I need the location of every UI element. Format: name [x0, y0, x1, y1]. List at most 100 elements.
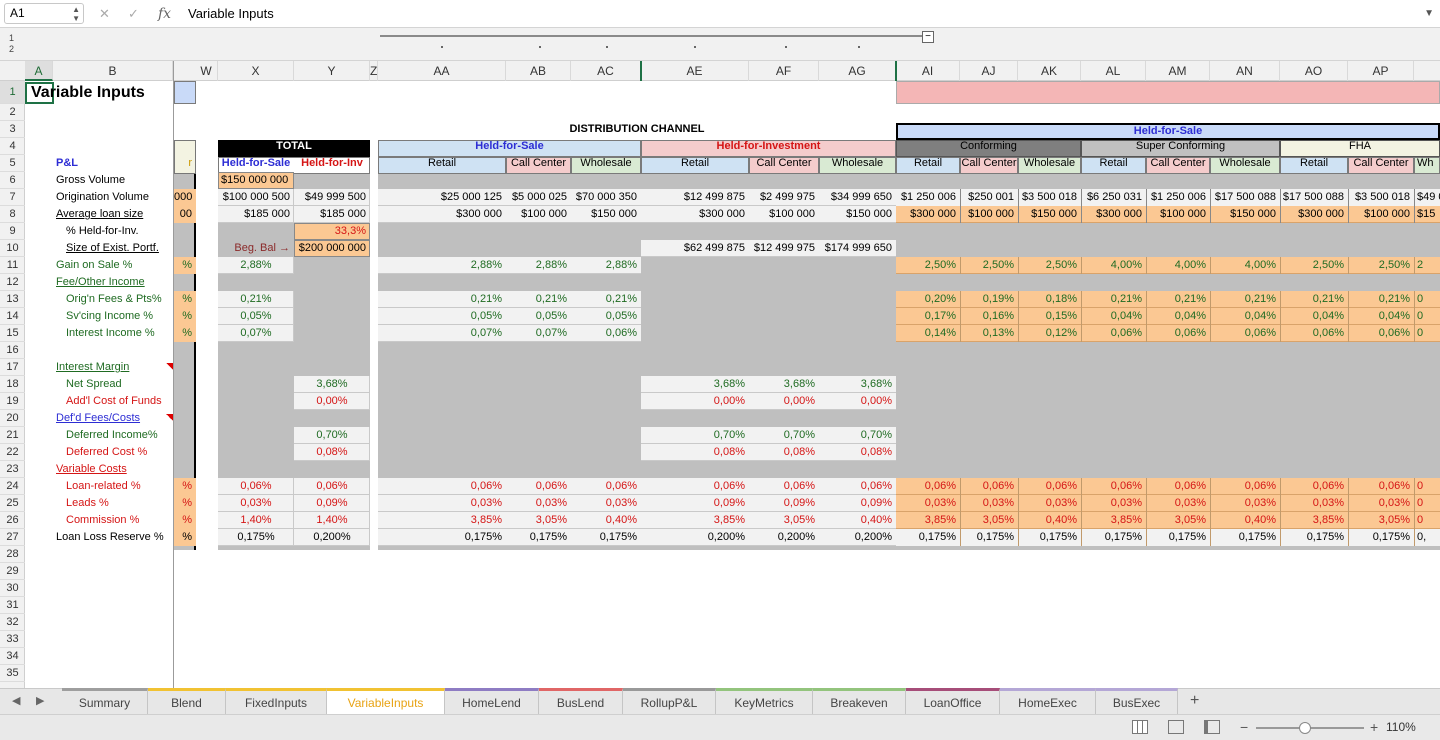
total-llr-y-cell[interactable]: 0,200% [294, 529, 370, 546]
row-header-16[interactable]: 16 [0, 342, 25, 359]
dist-hfi-def-cost-cell[interactable]: 0,08% [819, 444, 896, 461]
total-header-label[interactable]: TOTAL [218, 138, 370, 155]
super-conforming-leads-cell[interactable]: 0,03% [1210, 495, 1280, 512]
channel-label[interactable]: Call Center [960, 155, 1018, 172]
dist-hfi-addl-cell[interactable]: 0,00% [749, 393, 819, 410]
super-conforming-gain-cell[interactable]: 4,00% [1146, 257, 1210, 274]
dist-hfs-avg-cell[interactable]: $100 000 [506, 206, 571, 223]
total-hfi-header[interactable]: Held-for-Inv [294, 155, 370, 172]
row-header-28[interactable]: 28 [0, 546, 25, 563]
total-llr-x-cell[interactable]: 0,175% [218, 529, 294, 546]
super-conforming-orig-cell[interactable]: $1 250 006 [1146, 189, 1210, 206]
fha-leads-cell[interactable]: 0,03% [1348, 495, 1414, 512]
dist-hfs-orig-cell[interactable]: $25 000 125 [378, 189, 506, 206]
formula-input[interactable]: Variable Inputs [188, 0, 274, 28]
row-label-avg-loan[interactable]: Average loan size [53, 206, 170, 223]
super-conforming-loan-cell[interactable]: 0,06% [1210, 478, 1280, 495]
page-layout-view-icon[interactable] [1168, 720, 1184, 734]
row-header-17[interactable]: 17 [0, 359, 25, 376]
super-conforming-llr-cell[interactable]: 0,175% [1210, 529, 1280, 546]
super-conforming-leads-cell[interactable]: 0,03% [1081, 495, 1146, 512]
super-conforming-avg-cell[interactable]: $150 000 [1210, 206, 1280, 223]
total-leads-y-cell[interactable]: 0,09% [294, 495, 370, 512]
total-size-y-cell[interactable]: $200 000 000 [294, 240, 370, 257]
partial-cell[interactable]: % [174, 257, 196, 274]
fha-int-cell[interactable]: 0 [1414, 325, 1440, 342]
dist-hfs-loan-cell[interactable]: 0,06% [506, 478, 571, 495]
conforming-orig-fees-cell[interactable]: 0,20% [896, 291, 960, 308]
total-comm-y-cell[interactable]: 1,40% [294, 512, 370, 529]
wholesale-label[interactable]: Wholesale [571, 155, 641, 172]
partial-cell[interactable]: % [174, 495, 196, 512]
column-header-w[interactable]: W [195, 61, 218, 81]
fha-comm-cell[interactable]: 0 [1414, 512, 1440, 529]
row-header-32[interactable]: 32 [0, 614, 25, 631]
dist-hfi-llr-cell[interactable]: 0,200% [641, 529, 749, 546]
fha-int-cell[interactable]: 0,06% [1280, 325, 1348, 342]
fha-leads-cell[interactable]: 0 [1414, 495, 1440, 512]
partial-cell[interactable]: % [174, 478, 196, 495]
column-header-aa[interactable]: AA [378, 61, 506, 81]
dist-hfi-avg-cell[interactable]: $150 000 [819, 206, 896, 223]
row-label-addl-cost[interactable]: Add'l Cost of Funds [63, 393, 170, 410]
conforming-leads-cell[interactable]: 0,03% [960, 495, 1018, 512]
total-orig-fees-cell[interactable]: 0,21% [218, 291, 294, 308]
total-svc-cell[interactable]: 0,05% [218, 308, 294, 325]
fha-avg-cell[interactable]: $15 [1414, 206, 1440, 223]
channel-label[interactable]: Retail [896, 155, 960, 172]
dist-hfi-net-spread-cell[interactable]: 3,68% [749, 376, 819, 393]
fha-llr-cell[interactable]: 0,175% [1348, 529, 1414, 546]
row-header-14[interactable]: 14 [0, 308, 25, 325]
row-label-var-costs[interactable]: Variable Costs [53, 461, 170, 478]
dist-hfi-leads-cell[interactable]: 0,09% [749, 495, 819, 512]
conforming-orig-cell[interactable]: $250 001 [960, 189, 1018, 206]
conforming-comm-cell[interactable]: 0,40% [1018, 512, 1081, 529]
column-header-a[interactable]: A [25, 61, 53, 81]
column-header-ap[interactable]: AP [1348, 61, 1414, 81]
dist-hfi-orig-cell[interactable]: $34 999 650 [819, 189, 896, 206]
dist-hfs-llr-cell[interactable]: 0,175% [506, 529, 571, 546]
fha-avg-cell[interactable]: $300 000 [1280, 206, 1348, 223]
dist-hfi-def-inc-cell[interactable]: 0,70% [749, 427, 819, 444]
conforming-loan-cell[interactable]: 0,06% [896, 478, 960, 495]
super-conforming-svc-cell[interactable]: 0,04% [1081, 308, 1146, 325]
super-conforming-orig-fees-cell[interactable]: 0,21% [1081, 291, 1146, 308]
row-header-20[interactable]: 20 [0, 410, 25, 427]
tab-scroll-left-icon[interactable]: ◀ [12, 688, 20, 714]
total-net-spread-cell[interactable]: 3,68% [294, 376, 370, 393]
partial-cell[interactable]: r [174, 155, 196, 172]
total-gross-cell[interactable]: $150 000 000 [218, 172, 294, 189]
call-center-label[interactable]: Call Center [749, 155, 819, 172]
conforming-avg-cell[interactable]: $300 000 [896, 206, 960, 223]
dist-hfs-header[interactable]: Held-for-Sale [378, 138, 641, 155]
dist-hfi-addl-cell[interactable]: 0,00% [641, 393, 749, 410]
dist-hfi-loan-cell[interactable]: 0,06% [641, 478, 749, 495]
dist-hfs-svc-cell[interactable]: 0,05% [571, 308, 641, 325]
dist-hfs-orig-cell[interactable]: $5 000 025 [506, 189, 571, 206]
row-header-10[interactable]: 10 [0, 240, 25, 257]
row-header-19[interactable]: 19 [0, 393, 25, 410]
fha-orig-fees-cell[interactable]: 0 [1414, 291, 1440, 308]
dist-hfi-leads-cell[interactable]: 0,09% [819, 495, 896, 512]
super-conforming-int-cell[interactable]: 0,06% [1081, 325, 1146, 342]
super-conforming-llr-cell[interactable]: 0,175% [1146, 529, 1210, 546]
outline-collapse-button[interactable]: − [922, 31, 934, 43]
total-avg-x-cell[interactable]: $185 000 [218, 206, 294, 223]
sheet-tab-fixedinputs[interactable]: FixedInputs [226, 688, 327, 714]
column-header-ai[interactable]: AI [896, 61, 960, 81]
fha-gain-cell[interactable]: 2,50% [1280, 257, 1348, 274]
dist-hfs-leads-cell[interactable]: 0,03% [571, 495, 641, 512]
tab-scroll-right-icon[interactable]: ▶ [36, 688, 44, 714]
row-header-5[interactable]: 5 [0, 155, 25, 172]
call-center-label[interactable]: Call Center [506, 155, 571, 172]
row-label-commission[interactable]: Commission % [63, 512, 170, 529]
row-header-35[interactable]: 35 [0, 665, 25, 682]
row-header-23[interactable]: 23 [0, 461, 25, 478]
row-label-int-margin[interactable]: Interest Margin [53, 359, 170, 376]
conforming-svc-cell[interactable]: 0,17% [896, 308, 960, 325]
dist-hfi-avg-cell[interactable]: $300 000 [641, 206, 749, 223]
name-box[interactable]: A1 ▲ ▼ [4, 3, 84, 24]
channel-label[interactable]: Retail [1280, 155, 1348, 172]
dist-hfi-comm-cell[interactable]: 3,85% [641, 512, 749, 529]
dist-hfi-def-cost-cell[interactable]: 0,08% [749, 444, 819, 461]
